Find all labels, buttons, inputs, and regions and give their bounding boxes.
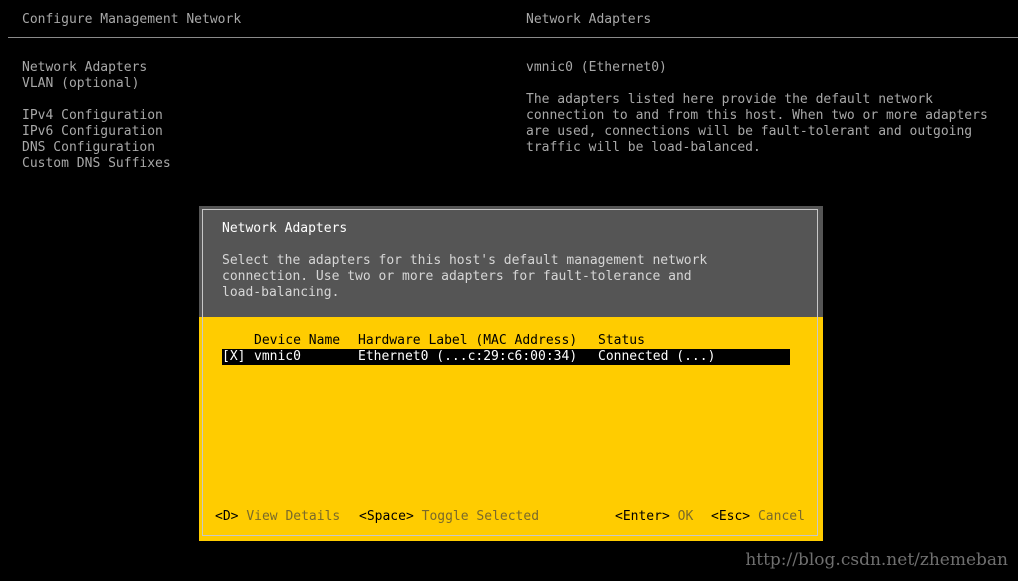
adapter-hardware-label: Ethernet0 (...c:29:c6:00:34) bbox=[358, 349, 578, 364]
adapter-checkbox[interactable]: [X] bbox=[222, 349, 245, 365]
view-details-label: View Details bbox=[246, 509, 341, 524]
view-details-action[interactable]: <D> View Details bbox=[215, 509, 340, 525]
adapter-row-selected[interactable]: [X] vmnic0 Ethernet0 (...c:29:c6:00:34) … bbox=[222, 349, 790, 365]
screen-title: Configure Management Network bbox=[22, 12, 242, 27]
watermark-url: http://blog.csdn.net/zhemeban bbox=[745, 550, 1008, 570]
adapter-status: Connected (...) bbox=[598, 349, 716, 364]
toggle-selected-action[interactable]: <Space> Toggle Selected bbox=[359, 509, 539, 525]
dialog-description-line: load-balancing. bbox=[222, 285, 340, 300]
ok-key: <Enter> bbox=[615, 509, 670, 524]
cancel-key: <Esc> bbox=[711, 509, 751, 524]
adapter-device-name: vmnic0 bbox=[254, 349, 301, 364]
info-description-line: are used, connections will be fault-tole… bbox=[526, 124, 973, 139]
cancel-label: Cancel bbox=[757, 509, 805, 524]
column-header-device: Device Name bbox=[254, 333, 341, 348]
toggle-selected-key: <Space> bbox=[359, 509, 414, 524]
ok-action[interactable]: <Enter> OK bbox=[615, 509, 693, 525]
dialog-description-line: Select the adapters for this host's defa… bbox=[222, 253, 708, 268]
menu-item-vlan[interactable]: VLAN (optional) bbox=[22, 76, 139, 92]
column-header-status: Status bbox=[598, 333, 645, 348]
menu-item-ipv6[interactable]: IPv6 Configuration bbox=[22, 124, 163, 140]
info-description-line: traffic will be load-balanced. bbox=[526, 140, 761, 155]
view-details-key: <D> bbox=[215, 509, 239, 524]
network-adapters-dialog: Network Adapters Select the adapters for… bbox=[199, 206, 823, 541]
cancel-action[interactable]: <Esc> Cancel bbox=[711, 509, 805, 525]
ok-label: OK bbox=[677, 509, 694, 524]
current-adapter: vmnic0 (Ethernet0) bbox=[526, 60, 667, 75]
menu-item-network-adapters[interactable]: Network Adapters bbox=[22, 60, 147, 76]
info-description-line: The adapters listed here provide the def… bbox=[526, 92, 933, 107]
menu-item-ipv4[interactable]: IPv4 Configuration bbox=[22, 108, 163, 124]
dialog-description-line: connection. Use two or more adapters for… bbox=[222, 269, 692, 284]
info-description-line: connection to and from this host. When t… bbox=[526, 108, 988, 123]
header-divider bbox=[8, 37, 1018, 38]
menu-item-dns[interactable]: DNS Configuration bbox=[22, 140, 155, 156]
toggle-selected-label: Toggle Selected bbox=[421, 509, 540, 524]
menu-item-dns-suffixes[interactable]: Custom DNS Suffixes bbox=[22, 156, 171, 172]
dialog-title: Network Adapters bbox=[222, 221, 348, 236]
column-header-hardware: Hardware Label (MAC Address) bbox=[358, 333, 578, 348]
panel-title: Network Adapters bbox=[526, 12, 652, 27]
